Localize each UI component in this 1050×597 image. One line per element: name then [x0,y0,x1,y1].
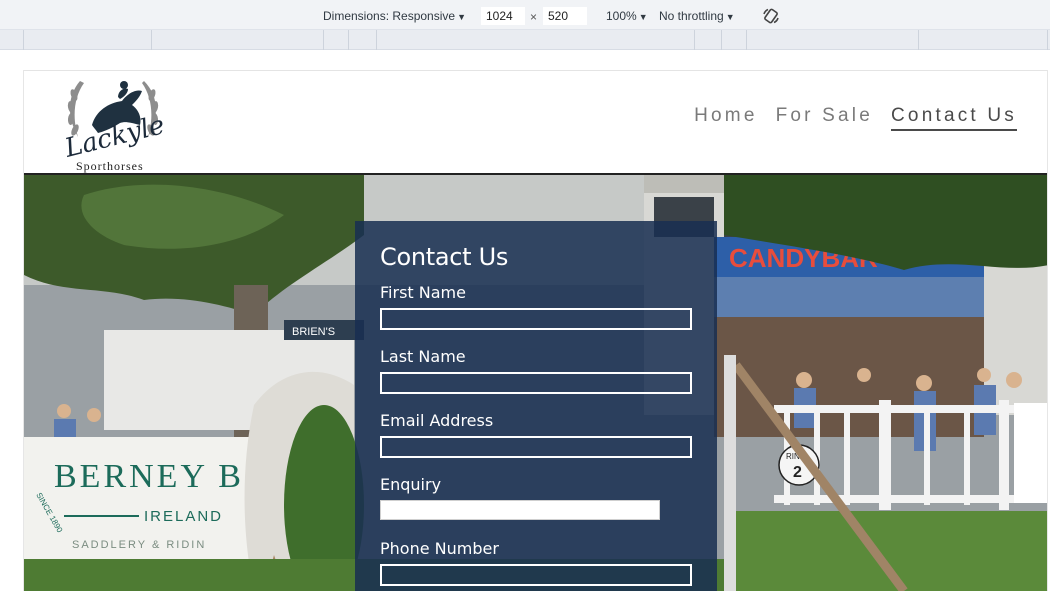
first-name-label: First Name [380,283,466,302]
last-name-field[interactable] [380,372,692,394]
chevron-down-icon: ▼ [638,12,648,22]
media-query-ruler [0,30,1050,50]
email-address-field[interactable] [380,436,692,458]
berney-banner-country: IRELAND [144,508,223,525]
site-logo[interactable]: Lackyle Sporthorses [62,75,172,173]
ruler-marker[interactable] [721,30,722,50]
main-nav: Home For Sale Contact Us [694,105,1017,131]
dimensions-label: Dimensions: Responsive [323,9,456,23]
throttling-label: No throttling [659,9,724,23]
berney-banner-tagline: SADDLERY & RIDIN [72,539,206,551]
ruler-marker[interactable] [694,30,695,50]
ring-number: 2 [793,464,802,481]
contact-form-panel: Contact Us First Name Last Name Email Ad… [355,221,717,591]
nav-contact-us[interactable]: Contact Us [891,105,1017,131]
zoom-label: 100% [606,9,637,23]
ruler-marker[interactable] [323,30,324,50]
nav-for-sale[interactable]: For Sale [776,105,873,131]
times-sign: × [530,10,538,24]
chevron-down-icon: ▼ [725,12,735,22]
ruler-marker[interactable] [348,30,349,50]
logo-subtitle: Sporthorses [76,159,144,173]
first-name-field[interactable] [380,308,692,330]
rotate-icon[interactable] [762,7,780,25]
ruler-marker[interactable] [1047,30,1048,50]
height-input[interactable] [543,7,587,25]
ruler-marker[interactable] [23,30,24,50]
last-name-label: Last Name [380,347,466,366]
emulated-viewport: Lackyle Sporthorses Home For Sale Contac… [23,70,1048,591]
email-address-label: Email Address [380,411,494,430]
brien-sign-text: BRIEN'S [292,326,335,338]
ruler-marker[interactable] [376,30,377,50]
throttling-dropdown[interactable]: No throttling ▼ [659,9,735,23]
ruler-marker[interactable] [918,30,919,50]
berney-banner-title: BERNEY B [54,458,244,495]
contact-form-title: Contact Us [380,243,509,271]
zoom-dropdown[interactable]: 100% ▼ [606,9,648,23]
ruler-marker[interactable] [746,30,747,50]
enquiry-label: Enquiry [380,475,442,494]
nav-home[interactable]: Home [694,105,757,131]
phone-number-field[interactable] [380,564,692,586]
width-input[interactable] [481,7,525,25]
phone-number-label: Phone Number [380,539,499,558]
devtools-device-toolbar: Dimensions: Responsive▼ × 100%▼ No throt… [0,0,1050,30]
enquiry-textarea[interactable] [380,500,660,520]
site-header: Lackyle Sporthorses Home For Sale Contac… [24,70,1047,175]
dimensions-dropdown[interactable]: Dimensions: Responsive ▼ [323,9,466,23]
ruler-marker[interactable] [151,30,152,50]
chevron-down-icon: ▼ [457,12,466,22]
